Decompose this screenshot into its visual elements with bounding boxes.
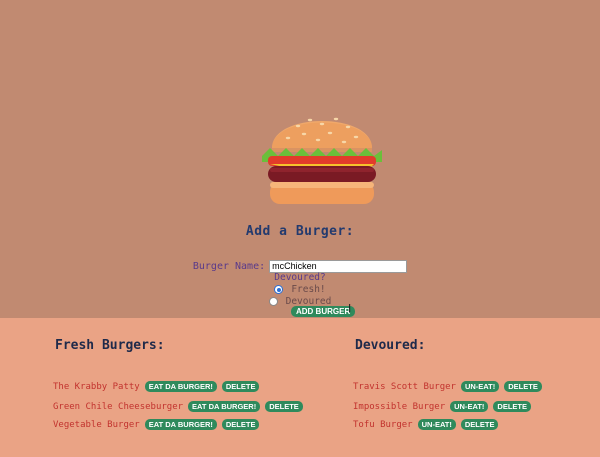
delete-button[interactable]: DELETE: [460, 419, 499, 430]
form-title: Add a Burger:: [245, 224, 355, 239]
list-item: Vegetable Burger EAT DA BURGER! DELETE: [53, 419, 264, 430]
burger-name: Impossible Burger: [353, 401, 446, 412]
eat-burger-button[interactable]: EAT DA BURGER!: [144, 419, 217, 430]
fresh-burgers-title: Fresh Burgers:: [55, 338, 165, 353]
devoured-label: Devoured?: [274, 272, 326, 283]
delete-button[interactable]: DELETE: [221, 419, 260, 430]
burger-name: Green Chile Cheeseburger: [53, 401, 184, 412]
fresh-option[interactable]: Fresh!: [0, 284, 600, 295]
devoured-radio[interactable]: [268, 297, 278, 306]
burger-name: Tofu Burger: [353, 419, 413, 430]
delete-button[interactable]: DELETE: [221, 381, 260, 392]
list-item: Green Chile Cheeseburger EAT DA BURGER! …: [53, 401, 308, 412]
delete-button[interactable]: DELETE: [504, 381, 542, 392]
burger-lists: Fresh Burgers: Devoured: The Krabby Patt…: [0, 318, 600, 457]
fresh-radio[interactable]: [274, 285, 284, 294]
burger-name: Vegetable Burger: [53, 419, 140, 430]
list-item: Travis Scott Burger UN-EAT! DELETE: [353, 381, 547, 392]
text-cursor-icon: I: [348, 302, 352, 315]
burger-name-label: Burger Name:: [192, 261, 266, 272]
burger-name: The Krabby Patty: [53, 381, 140, 392]
eat-burger-button[interactable]: EAT DA BURGER!: [188, 401, 261, 412]
list-item: The Krabby Patty EAT DA BURGER! DELETE: [53, 381, 264, 392]
burger-name: Travis Scott Burger: [353, 381, 456, 392]
devoured-title: Devoured:: [355, 338, 426, 353]
eat-burger-button[interactable]: EAT DA BURGER!: [144, 381, 217, 392]
add-burger-button[interactable]: ADD BURGER: [291, 306, 356, 317]
list-item: Tofu Burger UN-EAT! DELETE: [353, 419, 503, 430]
uneat-button[interactable]: UN-EAT!: [417, 419, 456, 430]
delete-button[interactable]: DELETE: [265, 401, 303, 412]
delete-button[interactable]: DELETE: [493, 401, 531, 412]
uneat-button[interactable]: UN-EAT!: [450, 401, 489, 412]
fresh-option-label: Fresh!: [291, 284, 326, 295]
add-burger-section: Add a Burger: Burger Name: mcChicken Dev…: [0, 0, 600, 318]
burger-image: [262, 117, 382, 204]
uneat-button[interactable]: UN-EAT!: [460, 381, 500, 392]
list-item: Impossible Burger UN-EAT! DELETE: [353, 401, 536, 412]
